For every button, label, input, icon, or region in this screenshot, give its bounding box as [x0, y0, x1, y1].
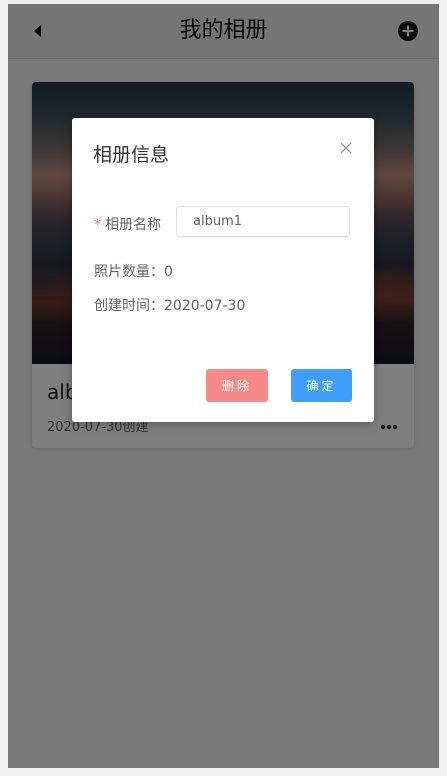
app-screen: 我的相册 album1 2020-07-30创建 相册信息 *相册名称 照片数量… — [8, 4, 439, 768]
confirm-button[interactable]: 确定 — [291, 369, 352, 402]
album-name-input[interactable] — [176, 206, 350, 237]
dialog-title: 相册信息 — [93, 144, 170, 166]
album-info-dialog: 相册信息 *相册名称 照片数量：0 创建时间：2020-07-30 删除 确定 — [72, 118, 374, 422]
create-time: 创建时间：2020-07-30 — [94, 298, 246, 314]
delete-button[interactable]: 删除 — [206, 369, 268, 402]
album-name-label-text: 相册名称 — [105, 217, 161, 233]
required-mark: * — [94, 217, 101, 233]
close-icon[interactable] — [340, 142, 352, 154]
album-name-label: * 相册名称 — [94, 214, 161, 234]
photo-count: 照片数量：0 — [94, 264, 173, 280]
